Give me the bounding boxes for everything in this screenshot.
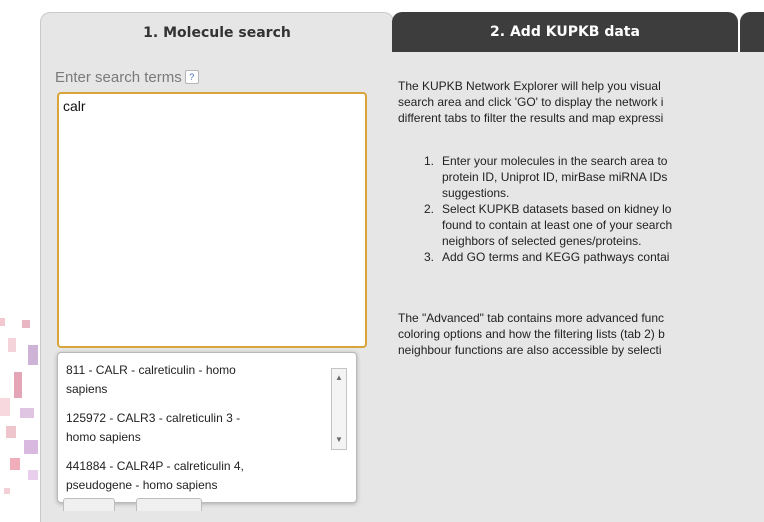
tab-molecule-search-label: 1. Molecule search xyxy=(143,25,291,41)
suggestion-line: 125972 - CALR3 - calreticulin 3 - xyxy=(66,411,241,425)
instruction-step: 1. Enter your molecules in the search ar… xyxy=(424,153,764,201)
suggestion-line: homo sapiens xyxy=(66,430,141,444)
suggestion-item[interactable]: 441884 - CALR4P - calreticulin 4, pseudo… xyxy=(58,457,324,495)
dropdown-scrollbar[interactable]: ▲ ▼ xyxy=(331,368,347,450)
decoration-square xyxy=(22,320,30,328)
decoration-square xyxy=(0,398,10,416)
decoration-square xyxy=(24,440,38,454)
suggestion-item[interactable]: 125972 - CALR3 - calreticulin 3 - homo s… xyxy=(58,409,324,447)
decoration-square xyxy=(28,470,38,480)
advanced-text: The "Advanced" tab contains more advance… xyxy=(398,310,764,358)
suggestion-item[interactable]: 811 - CALR - calreticulin - homo sapiens xyxy=(58,361,324,399)
step-line: protein ID, Uniprot ID, mirBase miRNA ID… xyxy=(442,170,668,184)
advanced-line: neighbour functions are also accessible … xyxy=(398,343,662,357)
decoration-square xyxy=(8,338,16,352)
step-line: Select KUPKB datasets based on kidney lo xyxy=(442,202,672,216)
intro-line: different tabs to filter the results and… xyxy=(398,111,664,125)
decoration-square xyxy=(20,408,34,418)
step-number: 3. xyxy=(424,250,435,264)
decoration-square xyxy=(14,372,22,398)
instruction-list: 1. Enter your molecules in the search ar… xyxy=(424,153,764,265)
suggestion-line: sapiens xyxy=(66,382,108,396)
advanced-line: The "Advanced" tab contains more advance… xyxy=(398,311,665,325)
tab-molecule-search[interactable]: 1. Molecule search xyxy=(40,12,394,53)
help-icon[interactable]: ? xyxy=(184,70,199,84)
decoration-square xyxy=(0,318,5,326)
suggestion-line: pseudogene - homo sapiens xyxy=(66,478,218,492)
step-line: Add GO terms and KEGG pathways contai xyxy=(442,250,670,264)
search-input[interactable] xyxy=(57,92,367,348)
step-number: 1. xyxy=(424,154,435,168)
instruction-step: 2. Select KUPKB datasets based on kidney… xyxy=(424,201,764,249)
go-button[interactable] xyxy=(63,498,115,511)
scroll-down-icon[interactable]: ▼ xyxy=(332,433,346,447)
step-line: Enter your molecules in the search area … xyxy=(442,154,668,168)
intro-text: The KUPKB Network Explorer will help you… xyxy=(398,78,764,126)
tab-next[interactable] xyxy=(740,12,764,52)
intro-line: search area and click 'GO' to display th… xyxy=(398,95,664,109)
step-line: neighbors of selected genes/proteins. xyxy=(442,234,642,248)
decoration-square xyxy=(4,488,10,494)
tab-add-kupkb-data[interactable]: 2. Add KUPKB data xyxy=(392,12,738,52)
step-line: suggestions. xyxy=(442,186,510,200)
tab-add-kupkb-data-label: 2. Add KUPKB data xyxy=(490,24,640,40)
search-terms-label-text: Enter search terms xyxy=(55,69,182,86)
suggestion-line: 441884 - CALR4P - calreticulin 4, xyxy=(66,459,244,473)
step-line: found to contain at least one of your se… xyxy=(442,218,673,232)
search-terms-label: Enter search terms? xyxy=(55,69,199,86)
autocomplete-dropdown: 811 - CALR - calreticulin - homo sapiens… xyxy=(57,352,357,503)
decoration-square xyxy=(6,426,16,438)
decoration-square xyxy=(28,345,38,365)
decoration-square xyxy=(10,458,20,470)
scroll-up-icon[interactable]: ▲ xyxy=(332,371,346,385)
suggestion-line: 811 - CALR - calreticulin - homo xyxy=(66,363,236,377)
clear-button[interactable] xyxy=(136,498,202,511)
step-number: 2. xyxy=(424,202,435,216)
instruction-step: 3. Add GO terms and KEGG pathways contai xyxy=(424,249,764,265)
advanced-line: coloring options and how the filtering l… xyxy=(398,327,665,341)
intro-line: The KUPKB Network Explorer will help you… xyxy=(398,79,661,93)
